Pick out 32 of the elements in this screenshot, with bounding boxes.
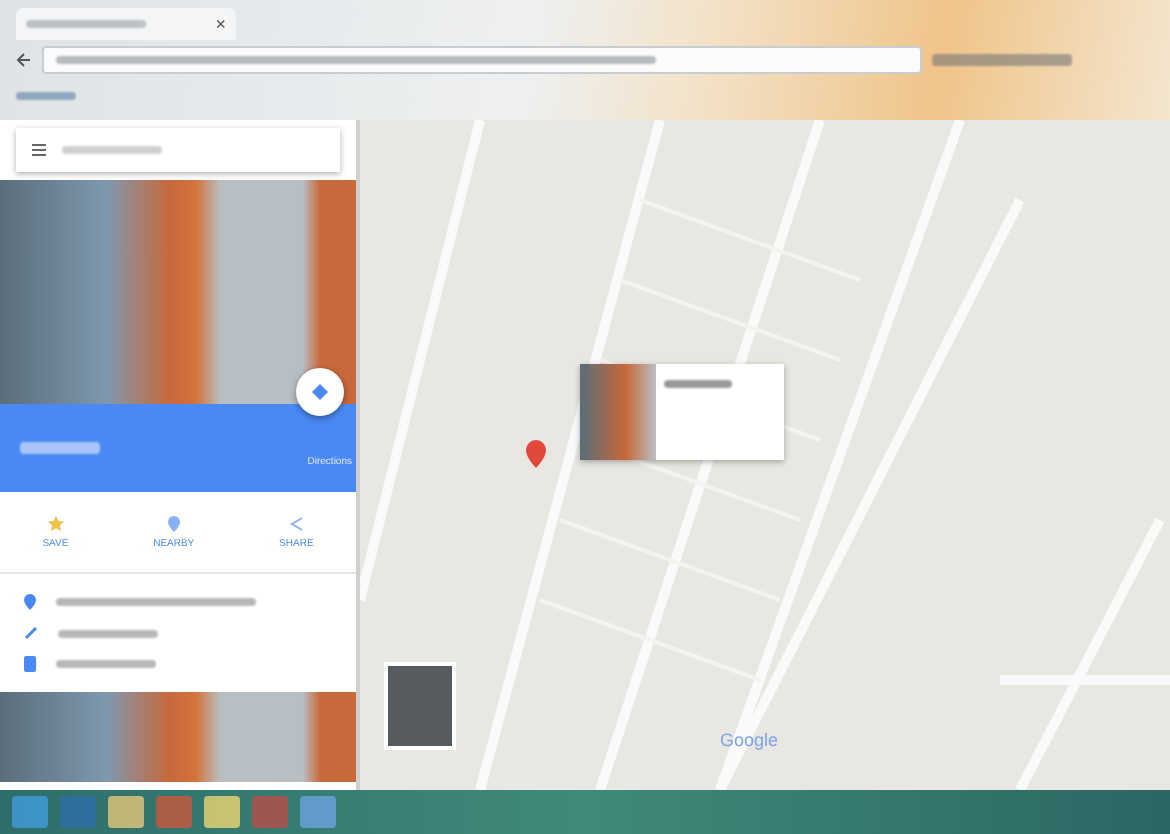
blurred-query-drawing (62, 146, 162, 154)
photo-placeholder (580, 364, 656, 460)
tab-close[interactable]: × (215, 14, 226, 34)
address-bar[interactable] (42, 46, 922, 74)
blurred-tab-title-drawing (26, 20, 146, 28)
blurred-card-title-drawing (664, 380, 732, 388)
taskbar-app-icon[interactable] (12, 796, 48, 828)
google-logo: Google (720, 730, 779, 750)
place-card[interactable] (580, 364, 784, 460)
taskbar-app-icon[interactable] (300, 796, 336, 828)
blurred-title-drawing (20, 442, 100, 454)
star-icon (47, 515, 64, 531)
taskbar-app-icon[interactable] (108, 796, 144, 828)
directions-icon (312, 384, 328, 400)
map-marker-icon (526, 440, 546, 468)
blurred-extensions-drawing (932, 54, 1072, 66)
directions-button[interactable] (296, 368, 344, 416)
menu-icon[interactable] (32, 144, 46, 156)
blurred-info-drawing (56, 660, 156, 668)
back-icon[interactable] (16, 52, 32, 68)
pin-icon (24, 594, 36, 610)
search-field[interactable] (16, 128, 340, 172)
taskbar-app-icon[interactable] (204, 796, 240, 828)
blurred-bookmark-drawing (16, 92, 76, 100)
satellite-thumbnail[interactable] (384, 662, 456, 750)
pin-icon (167, 515, 180, 531)
taskbar-app-icon[interactable] (60, 796, 96, 828)
blurred-info-drawing (58, 629, 158, 637)
taskbar-app-icon[interactable] (252, 796, 288, 828)
taskbar-app-icon[interactable] (156, 796, 192, 828)
share-icon (289, 515, 304, 531)
browser-tab[interactable]: × (16, 8, 236, 40)
